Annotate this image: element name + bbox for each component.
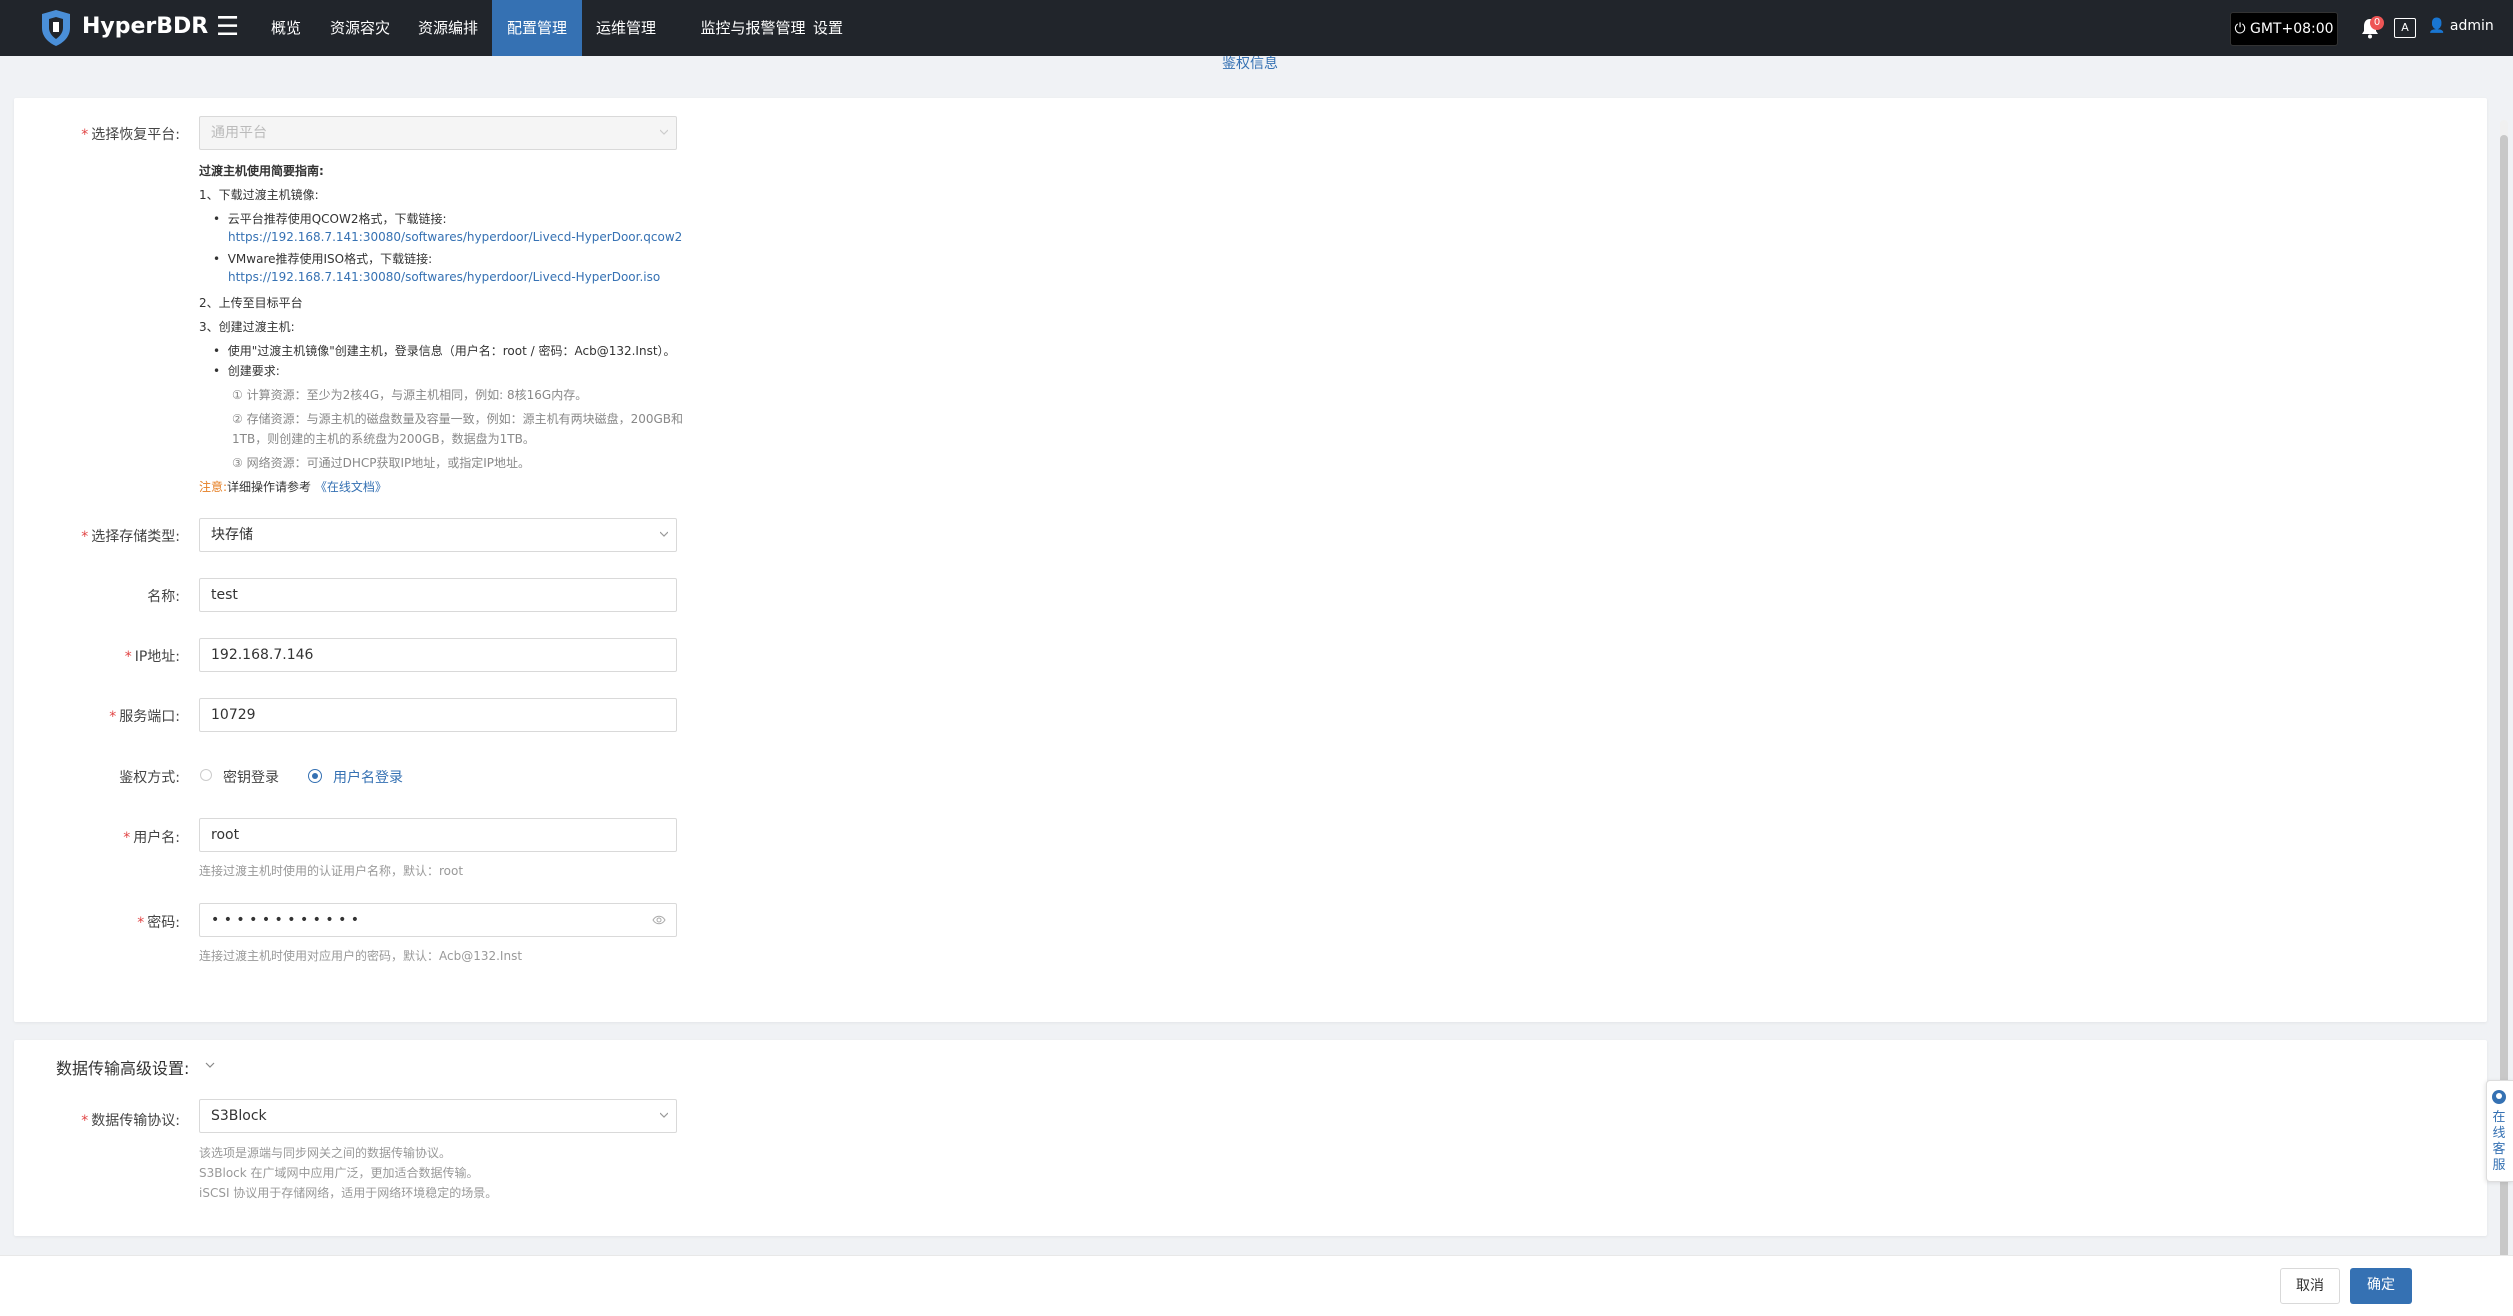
guide-req-storage-1: ② 存储资源：与源主机的磁盘数量及容量一致，例如：源主机有两块磁盘，200GB和 — [232, 412, 684, 426]
nav-orchestration[interactable]: 资源编排 — [412, 0, 484, 56]
auth-key-radio[interactable] — [200, 769, 212, 781]
iso-download-link[interactable]: https://192.168.7.141:30080/softwares/hy… — [228, 270, 660, 284]
chevron-down-icon — [660, 1112, 668, 1118]
protocol-help-1: 该选项是源端与同步网关之间的数据传输协议。 — [199, 1146, 452, 1160]
guide-req-network: ③ 网络资源：可通过DHCP获取IP地址，或指定IP地址。 — [232, 456, 531, 470]
password-help: 连接过渡主机时使用对应用户的密码，默认：Acb@132.Inst — [199, 949, 523, 963]
user-icon: 👤 — [2428, 18, 2446, 34]
timezone-button[interactable]: ⏻ GMT+08:00 — [2230, 12, 2338, 46]
platform-label: * 选择恢复平台: — [81, 127, 180, 143]
menu-toggle-icon[interactable]: ☰ — [216, 12, 239, 42]
nav-overview[interactable]: 概览 — [264, 0, 308, 56]
step-auth-info[interactable]: 鉴权信息 — [1222, 53, 1278, 73]
radio-dot — [311, 772, 318, 779]
guide-step3: 3、创建过渡主机: — [199, 320, 295, 334]
nav-operations[interactable]: 运维管理 — [590, 0, 662, 56]
auth-key-label[interactable]: 密钥登录 — [223, 767, 279, 787]
top-navbar: HyperBDR ☰ 概览 资源容灾 资源编排 配置管理 运维管理 监控与报警管… — [0, 0, 2513, 56]
storage-type-label: * 选择存储类型: — [81, 529, 180, 545]
chevron-down-icon — [660, 531, 668, 537]
user-name: admin — [2449, 18, 2494, 34]
advanced-settings-title: 数据传输高级设置: — [56, 1059, 190, 1078]
protocol-select[interactable]: S3Block — [199, 1099, 677, 1133]
password-mask: • • • • • • • • • • • • — [211, 912, 360, 928]
platform-select[interactable]: 通用平台 — [199, 116, 677, 150]
username-label: * 用户名: — [123, 830, 180, 846]
nav-configuration[interactable]: 配置管理 — [492, 0, 582, 56]
port-input[interactable]: 10729 — [199, 698, 677, 732]
auth-user-label[interactable]: 用户名登录 — [333, 767, 403, 787]
eye-icon[interactable] — [652, 915, 666, 925]
cancel-button[interactable]: 取消 — [2280, 1268, 2340, 1304]
nav-settings[interactable]: 设置 — [810, 0, 846, 56]
protocol-help-3: iSCSI 协议用于存储网络，适用于网络环境稳定的场景。 — [199, 1186, 498, 1200]
platform-select-placeholder: 通用平台 — [211, 125, 267, 141]
online-docs-link[interactable]: 《在线文档》 — [315, 480, 387, 494]
hyperbdr-logo-icon — [42, 10, 70, 46]
ip-label: * IP地址: — [124, 649, 180, 665]
nav-monitoring-alerts[interactable]: 监控与报警管理 — [678, 0, 828, 56]
username-input[interactable]: root — [199, 818, 677, 852]
clock-icon: ⏻ — [2234, 21, 2246, 37]
auth-user-radio[interactable] — [308, 769, 322, 783]
language-icon[interactable]: A — [2394, 18, 2416, 38]
guide-step1-b: • VMware推荐使用ISO格式，下载链接: — [213, 252, 433, 266]
password-label: * 密码: — [137, 915, 180, 931]
guide-title: 过渡主机使用简要指南: — [199, 164, 324, 178]
auth-method-label: 鉴权方式: — [119, 770, 180, 786]
guide-req-compute: ① 计算资源：至少为2核4G，与源主机相同，例如: 8核16G内存。 — [232, 388, 588, 402]
name-label: 名称: — [147, 589, 180, 605]
notification-badge: 0 — [2370, 16, 2384, 30]
protocol-label: * 数据传输协议: — [81, 1113, 180, 1129]
username-help: 连接过渡主机时使用的认证用户名称，默认：root — [199, 864, 464, 878]
protocol-value: S3Block — [211, 1108, 267, 1124]
brand-name[interactable]: HyperBDR — [82, 14, 208, 39]
confirm-button[interactable]: 确定 — [2350, 1268, 2412, 1304]
user-menu[interactable]: 👤 admin — [2428, 18, 2494, 34]
guide-req-storage-2: 1TB，则创建的主机的系统盘为200GB，数据盘为1TB。 — [232, 432, 535, 446]
nav-disaster-recovery[interactable]: 资源容灾 — [324, 0, 396, 56]
storage-type-select[interactable]: 块存储 — [199, 518, 677, 552]
ip-input[interactable]: 192.168.7.146 — [199, 638, 677, 672]
chevron-down-icon — [660, 129, 668, 135]
guide-step3-b: • 创建要求: — [213, 364, 280, 378]
port-label: * 服务端口: — [109, 709, 180, 725]
headset-icon — [2492, 1090, 2506, 1104]
expand-chevron-icon[interactable] — [205, 1061, 215, 1069]
guide-step1: 1、下载过渡主机镜像: — [199, 188, 319, 202]
guide-note: 注意:详细操作请参考 《在线文档》 — [199, 480, 387, 494]
qcow2-download-link[interactable]: https://192.168.7.141:30080/softwares/hy… — [228, 230, 682, 244]
guide-step3-a: • 使用"过渡主机镜像"创建主机，登录信息（用户名：root / 密码：Acb@… — [213, 344, 676, 358]
name-input[interactable]: test — [199, 578, 677, 612]
guide-step2: 2、上传至目标平台 — [199, 296, 303, 310]
form-footer — [0, 1255, 2513, 1316]
guide-step1-a: • 云平台推荐使用QCOW2格式，下载链接: — [213, 212, 447, 226]
protocol-help-2: S3Block 在广域网中应用广泛，更加适合数据传输。 — [199, 1166, 479, 1180]
online-support-label[interactable]: 在线客服 — [2489, 1110, 2509, 1174]
storage-type-value: 块存储 — [211, 527, 253, 543]
advanced-settings-panel — [14, 1040, 2487, 1236]
timezone-label: GMT+08:00 — [2249, 21, 2334, 37]
password-input[interactable]: • • • • • • • • • • • • — [199, 903, 677, 937]
